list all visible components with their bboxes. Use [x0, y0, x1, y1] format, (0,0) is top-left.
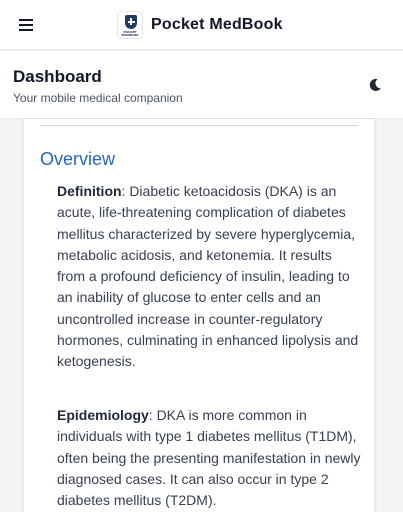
page-header: Dashboard Your mobile medical companion [0, 51, 403, 119]
logo-text: POCKET MEDBOOK [121, 30, 139, 37]
definition-paragraph: Definition: Diabetic ketoacidosis (DKA) … [57, 181, 362, 373]
page-subtitle: Your mobile medical companion [13, 91, 183, 105]
definition-text: : Diabetic ketoacidosis (DKA) is an acut… [57, 183, 359, 370]
theme-toggle-button[interactable] [367, 77, 383, 93]
medical-cross-icon [125, 15, 137, 29]
epidemiology-paragraph: Epidemiology: DKA is more common in indi… [57, 405, 362, 511]
epidemiology-label: Epidemiology [57, 407, 149, 423]
moon-icon [369, 78, 381, 91]
app-logo: POCKET MEDBOOK [117, 11, 143, 39]
definition-label: Definition [57, 183, 122, 199]
page-title: Dashboard [13, 67, 102, 86]
section-heading-overview: Overview [40, 149, 116, 169]
app-title: Pocket MedBook [151, 16, 283, 33]
brand[interactable]: POCKET MEDBOOK Pocket MedBook [117, 10, 283, 40]
top-app-bar: POCKET MEDBOOK Pocket MedBook [0, 0, 403, 50]
content-card: Overview Definition: Diabetic ketoacidos… [24, 119, 374, 512]
hamburger-menu-icon [19, 19, 33, 31]
section-divider [40, 125, 358, 126]
menu-button[interactable] [14, 14, 38, 36]
